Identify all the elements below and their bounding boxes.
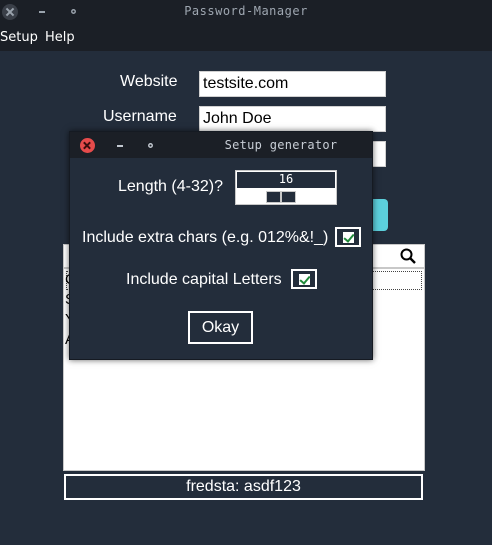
dialog-title: Setup generator xyxy=(224,138,338,152)
length-label: Length (4-32)? xyxy=(118,178,223,195)
length-spinbox[interactable]: 16 xyxy=(235,170,337,205)
setup-generator-dialog: Setup generator Length (4-32)? 16 Includ… xyxy=(69,131,373,360)
dialog-titlebar: Setup generator xyxy=(70,132,372,158)
main-titlebar: Password-Manager xyxy=(0,0,492,24)
checkmark-icon xyxy=(343,232,354,243)
maximize-icon[interactable] xyxy=(148,143,153,148)
password-input[interactable] xyxy=(371,141,386,167)
website-label: Website xyxy=(120,73,178,90)
generate-button[interactable] xyxy=(371,199,388,231)
close-icon[interactable] xyxy=(80,138,95,153)
menubar: Setup Help xyxy=(0,24,492,51)
spin-up-button[interactable] xyxy=(281,191,296,203)
length-value[interactable]: 16 xyxy=(236,171,336,189)
checkmark-icon xyxy=(299,274,310,285)
extra-chars-label: Include extra chars (e.g. 012%&!_) xyxy=(82,229,329,246)
capital-letters-checkbox[interactable] xyxy=(291,269,317,289)
okay-button[interactable]: Okay xyxy=(188,311,253,344)
capital-letters-label: Include capital Letters xyxy=(126,271,282,288)
search-icon[interactable] xyxy=(400,248,416,264)
username-label: Username xyxy=(103,108,177,125)
spin-down-button[interactable] xyxy=(266,191,281,203)
minimize-icon[interactable] xyxy=(117,145,123,147)
website-input[interactable]: testsite.com xyxy=(199,71,386,97)
menu-help[interactable]: Help xyxy=(45,30,75,45)
username-input[interactable]: John Doe xyxy=(199,106,386,132)
status-bar: fredsta: asdf123 xyxy=(64,474,423,500)
window-title: Password-Manager xyxy=(184,4,308,18)
extra-chars-checkbox[interactable] xyxy=(335,227,361,247)
spin-arrows xyxy=(266,191,296,203)
menu-setup[interactable]: Setup xyxy=(0,30,38,45)
